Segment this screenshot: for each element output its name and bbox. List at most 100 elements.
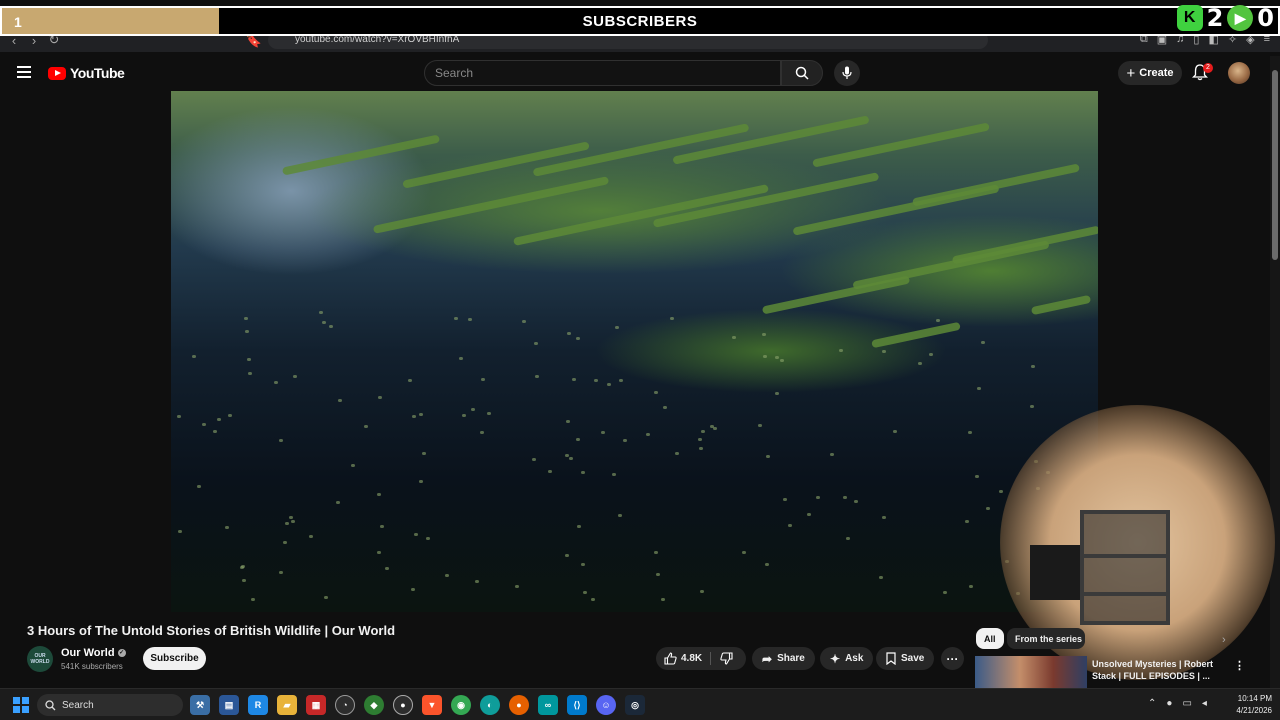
goal-title: SUBSCRIBERS xyxy=(582,13,698,30)
lily-pad xyxy=(581,471,585,474)
lily-pad xyxy=(351,464,355,467)
page-scrollbar[interactable] xyxy=(1270,56,1280,688)
video-player[interactable] xyxy=(171,91,1098,612)
voice-search-button[interactable] xyxy=(834,60,860,86)
plus-icon: + xyxy=(1126,64,1136,82)
more-actions-button[interactable]: ··· xyxy=(941,647,964,670)
lily-pad xyxy=(762,333,766,336)
ask-pill[interactable]: ✦ Ask xyxy=(820,647,874,670)
menu-icon[interactable] xyxy=(17,66,31,78)
obs-icon[interactable]: ● xyxy=(393,695,413,715)
lily-pad xyxy=(177,415,181,418)
firefox-icon[interactable]: ● xyxy=(509,695,529,715)
save-button[interactable]: Save xyxy=(876,647,935,670)
search-input[interactable] xyxy=(424,60,781,86)
file-explorer-icon[interactable]: ▰ xyxy=(277,695,297,715)
lily-pad xyxy=(710,425,714,428)
share-button[interactable]: ➦ Share xyxy=(752,647,815,670)
like-button[interactable]: 4.8K xyxy=(664,652,702,665)
tray-overflow-icon[interactable]: ⌃ xyxy=(1148,698,1156,709)
recommendation-title[interactable]: Unsolved Mysteries | Robert Stack | FULL… xyxy=(1092,658,1222,682)
discord-icon[interactable]: ☺ xyxy=(596,695,616,715)
channel-name-row[interactable]: Our World ✓ xyxy=(61,647,126,659)
kick-count: 2 xyxy=(1206,4,1224,32)
ask-label: Ask xyxy=(845,653,864,664)
subscribe-button[interactable]: Subscribe xyxy=(143,647,206,670)
vscode-icon[interactable]: ⟨⟩ xyxy=(567,695,587,715)
lily-pad xyxy=(309,535,313,538)
steam-icon[interactable]: ◎ xyxy=(625,695,645,715)
chip-all[interactable]: All xyxy=(976,628,1004,649)
lily-pad xyxy=(758,424,762,427)
clock-app-icon[interactable]: ◔ xyxy=(335,695,355,715)
chevron-right-icon[interactable]: › xyxy=(1222,634,1226,646)
taskbar-search[interactable]: Search xyxy=(37,694,183,716)
tool-app-icon[interactable]: ⚒ xyxy=(190,695,210,715)
lily-pad xyxy=(918,362,922,365)
dislike-button[interactable] xyxy=(720,652,733,670)
network-icon[interactable]: ▭ xyxy=(1182,698,1191,709)
lily-pad xyxy=(251,598,255,601)
green-app-icon[interactable]: ◆ xyxy=(364,695,384,715)
windows-start-icon[interactable] xyxy=(13,697,29,713)
ask-button[interactable]: ✦ Ask xyxy=(820,647,874,670)
lily-pad xyxy=(247,358,251,361)
create-button[interactable]: + Create xyxy=(1118,61,1182,85)
lily-pad xyxy=(663,406,667,409)
lily-pad xyxy=(654,551,658,554)
lily-pad xyxy=(581,563,585,566)
system-clock[interactable]: 10:14 PM 4/21/2026 xyxy=(1222,693,1272,717)
lily-pad xyxy=(244,317,248,320)
scrollbar-thumb[interactable] xyxy=(1272,70,1278,260)
lily-pad xyxy=(487,412,491,415)
lily-pad xyxy=(408,379,412,382)
lily-pad xyxy=(654,391,658,394)
lily-pad xyxy=(765,563,769,566)
media-app-icon[interactable]: ▦ xyxy=(306,695,326,715)
lily-pad xyxy=(426,537,430,540)
chrome-icon[interactable]: ◉ xyxy=(451,695,471,715)
lily-pad xyxy=(572,378,576,381)
r-app-icon[interactable]: R xyxy=(248,695,268,715)
lily-pad xyxy=(999,490,1003,493)
search-bar xyxy=(424,60,824,86)
edge-icon[interactable]: ◐ xyxy=(480,695,500,715)
lily-pad xyxy=(377,551,381,554)
recommendation-menu-icon[interactable]: ⋮ xyxy=(1234,659,1245,672)
taskbar: Search ⚒ ▤ R ▰ ▦ ◔ ◆ ● ▼ ◉ ◐ ● ∞ ⟨⟩ ☺ ◎ … xyxy=(0,688,1280,720)
lily-pad xyxy=(780,359,784,362)
lily-pad xyxy=(1030,405,1034,408)
lily-pad xyxy=(419,480,423,483)
chip-from-the-series[interactable]: From the series xyxy=(1007,628,1085,649)
save-pill[interactable]: Save xyxy=(876,647,935,670)
lily-pad xyxy=(623,439,627,442)
lily-pad xyxy=(583,591,587,594)
brave-browser-icon[interactable]: ▼ xyxy=(422,695,442,715)
share-pill[interactable]: ➦ Share xyxy=(752,647,815,670)
lily-pad xyxy=(615,326,619,329)
lily-pad xyxy=(968,431,972,434)
lily-pad xyxy=(816,496,820,499)
volume-icon[interactable]: ◂ xyxy=(1202,698,1207,709)
search-button[interactable] xyxy=(781,60,823,86)
lily-pad xyxy=(445,574,449,577)
lily-pad xyxy=(293,375,297,378)
channel-name[interactable]: Our World xyxy=(61,647,115,659)
subscriber-count: 541K subscribers xyxy=(61,662,123,671)
lily-pad xyxy=(329,325,333,328)
kick-icon: K xyxy=(1176,5,1203,31)
webcam-object xyxy=(1030,545,1080,600)
lily-pad xyxy=(969,585,973,588)
arduino-icon[interactable]: ∞ xyxy=(538,695,558,715)
lily-pad xyxy=(879,576,883,579)
lily-pad xyxy=(385,567,389,570)
lily-pad xyxy=(656,573,660,576)
lily-pad xyxy=(783,498,787,501)
window-app-icon[interactable]: ▤ xyxy=(219,695,239,715)
recommendation-thumbnail[interactable] xyxy=(975,656,1087,688)
tray-mic-icon[interactable]: ● xyxy=(1166,698,1172,709)
channel-avatar[interactable]: OUR WORLD xyxy=(27,646,53,672)
user-avatar[interactable] xyxy=(1228,62,1250,84)
youtube-logo[interactable]: YouTube xyxy=(48,65,125,81)
lily-pad xyxy=(522,320,526,323)
